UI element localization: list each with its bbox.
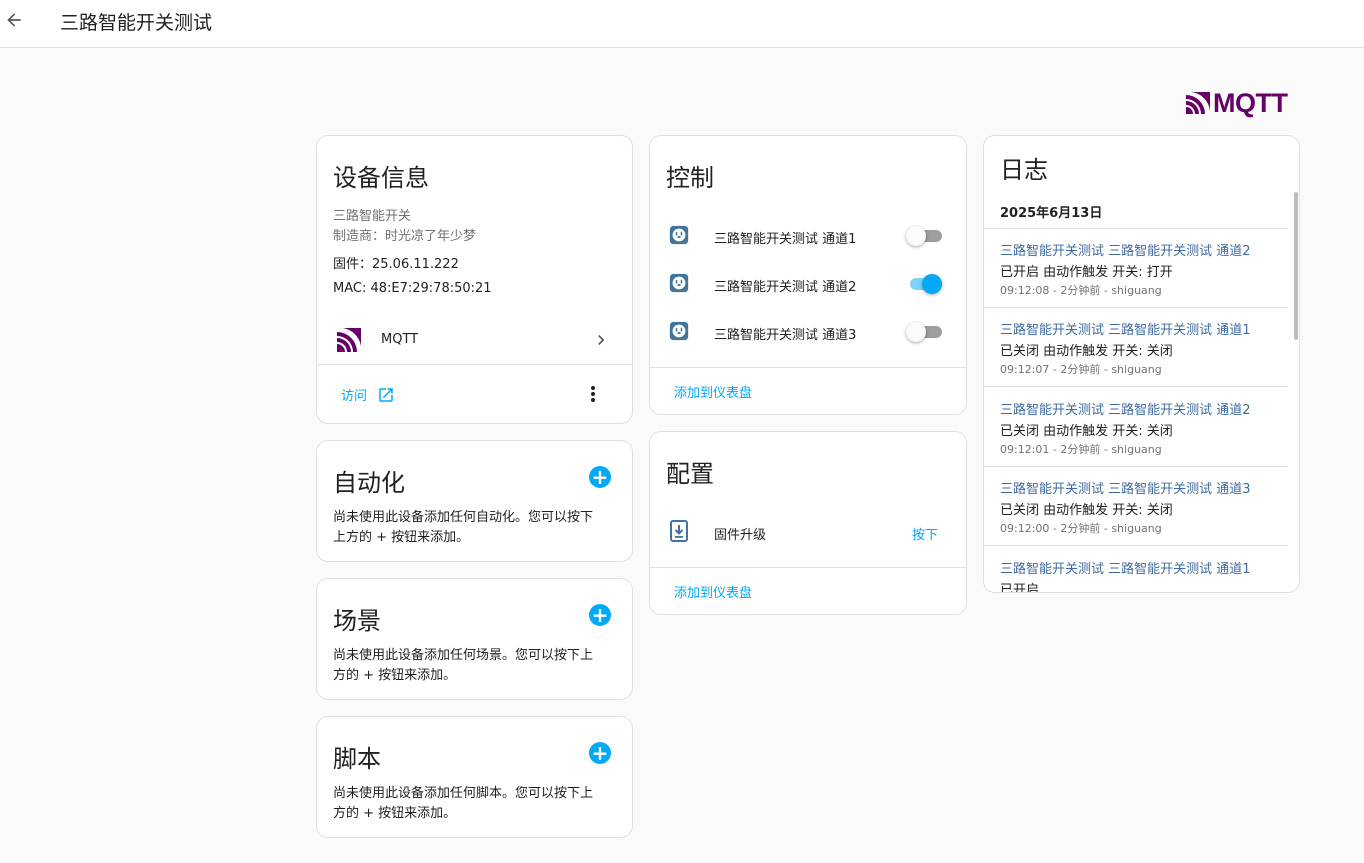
log-entry: 三路智能开关测试 三路智能开关测试 通道1 已开启 <box>984 558 1294 592</box>
visit-link[interactable]: 访问 <box>341 385 395 404</box>
config-title: 配置 <box>666 460 714 488</box>
mqtt-icon <box>337 328 361 352</box>
log-message: 已开启 由动作触发 开关: 打开 <box>1000 265 1173 280</box>
visit-label: 访问 <box>341 389 368 404</box>
top-app-bar: 三路智能开关测试 <box>0 0 1364 48</box>
log-entry: 三路智能开关测试 三路智能开关测试 通道3 已关闭 由动作触发 开关: 关闭 0… <box>984 478 1294 558</box>
automation-title: 自动化 <box>333 469 405 497</box>
card-divider <box>650 567 966 568</box>
channel1-toggle[interactable] <box>906 223 946 247</box>
scenes-title: 场景 <box>333 607 381 635</box>
log-entity-link[interactable]: 三路智能开关测试 三路智能开关测试 通道1 <box>1000 558 1251 577</box>
integration-label: MQTT <box>381 332 419 347</box>
log-meta: 09:12:08 - 2分钟前 - shiguang <box>1000 284 1162 297</box>
log-divider <box>984 307 1288 308</box>
logbook-title: 日志 <box>1000 156 1048 184</box>
device-model: 三路智能开关 <box>333 209 412 224</box>
mqtt-logo-text: MQTT <box>1213 88 1288 118</box>
chevron-right-icon <box>598 335 605 345</box>
automation-empty-line2: 上方的 + 按钮来添加。 <box>333 530 470 545</box>
log-entry: 三路智能开关测试 三路智能开关测试 通道1 已关闭 由动作触发 开关: 关闭 0… <box>984 319 1294 399</box>
scenes-empty-line1: 尚未使用此设备添加任何场景。您可以按下上 <box>333 648 594 663</box>
control-label-channel2: 三路智能开关测试 通道2 <box>714 280 857 295</box>
log-entity-link[interactable]: 三路智能开关测试 三路智能开关测试 通道1 <box>1000 319 1251 338</box>
log-entry: 三路智能开关测试 三路智能开关测试 通道2 已关闭 由动作触发 开关: 关闭 0… <box>984 399 1294 479</box>
dots-vertical-icon <box>591 386 595 402</box>
log-message: 已关闭 由动作触发 开关: 关闭 <box>1000 344 1173 359</box>
add-automation-button[interactable]: + <box>589 466 611 488</box>
more-options-button[interactable] <box>581 382 605 406</box>
log-divider <box>984 386 1288 387</box>
device-mac: MAC: 48:E7:29:78:50:21 <box>333 281 492 296</box>
mqtt-logo-icon <box>1186 92 1210 114</box>
controls-card: 控制 三路智能开关测试 通道1 三路智能开关测试 通道2 三路智能开关测试 通道… <box>649 135 967 415</box>
scenes-card: 场景 + 尚未使用此设备添加任何场景。您可以按下上 方的 + 按钮来添加。 <box>316 578 633 700</box>
power-socket-icon <box>669 321 689 341</box>
scenes-empty-line2: 方的 + 按钮来添加。 <box>333 668 457 683</box>
automation-card: 自动化 + 尚未使用此设备添加任何自动化。您可以按下 上方的 + 按钮来添加。 <box>316 440 633 562</box>
log-meta: 09:12:00 - 2分钟前 - shiguang <box>1000 522 1162 535</box>
log-message: 已开启 <box>1000 583 1040 592</box>
control-row-channel2: 三路智能开关测试 通道2 <box>650 268 966 300</box>
log-entity-link[interactable]: 三路智能开关测试 三路智能开关测试 通道2 <box>1000 399 1251 418</box>
device-manufacturer: 制造商：时光凉了年少梦 <box>333 229 477 244</box>
add-scene-button[interactable]: + <box>589 604 611 626</box>
device-firmware: 固件：25.06.11.222 <box>333 257 459 272</box>
scripts-card: 脚本 + 尚未使用此设备添加任何脚本。您可以按下上 方的 + 按钮来添加。 <box>316 716 633 838</box>
download-box-icon <box>670 520 688 542</box>
log-entry: 三路智能开关测试 三路智能开关测试 通道2 已开启 由动作触发 开关: 打开 0… <box>984 240 1294 320</box>
device-info-card: 设备信息 三路智能开关 制造商：时光凉了年少梦 固件：25.06.11.222 … <box>316 135 633 424</box>
control-label-channel3: 三路智能开关测试 通道3 <box>714 328 857 343</box>
automation-empty-line1: 尚未使用此设备添加任何自动化。您可以按下 <box>333 510 594 525</box>
config-add-to-dashboard[interactable]: 添加到仪表盘 <box>674 582 752 601</box>
integration-row-mqtt[interactable]: MQTT <box>317 320 632 360</box>
card-divider <box>317 364 632 365</box>
control-row-channel3: 三路智能开关测试 通道3 <box>650 316 966 348</box>
page-title: 三路智能开关测试 <box>60 12 213 34</box>
firmware-update-label: 固件升级 <box>714 528 767 543</box>
card-divider <box>650 367 966 368</box>
control-label-channel1: 三路智能开关测试 通道1 <box>714 232 857 247</box>
log-divider <box>984 545 1288 546</box>
add-script-button[interactable]: + <box>589 742 611 764</box>
mqtt-brand-logo: MQTT <box>1186 88 1288 118</box>
config-card: 配置 固件升级 按下 添加到仪表盘 <box>649 431 967 615</box>
controls-add-to-dashboard[interactable]: 添加到仪表盘 <box>674 382 752 401</box>
logbook-scrollbar[interactable] <box>1294 192 1298 340</box>
control-row-channel1: 三路智能开关测试 通道1 <box>650 220 966 252</box>
power-socket-icon <box>669 273 689 293</box>
scripts-title: 脚本 <box>333 745 381 773</box>
logbook-list[interactable]: 2025年6月13日 三路智能开关测试 三路智能开关测试 通道2 已开启 由动作… <box>984 192 1294 592</box>
log-divider <box>984 466 1288 467</box>
channel3-toggle[interactable] <box>906 319 946 343</box>
device-info-title: 设备信息 <box>333 164 429 192</box>
open-in-new-icon <box>379 387 393 402</box>
logbook-card: 日志 2025年6月13日 三路智能开关测试 三路智能开关测试 通道2 已开启 … <box>983 135 1300 593</box>
scripts-empty-line2: 方的 + 按钮来添加。 <box>333 806 457 821</box>
log-entity-link[interactable]: 三路智能开关测试 三路智能开关测试 通道3 <box>1000 478 1251 497</box>
date-divider <box>984 228 1288 229</box>
log-meta: 09:12:01 - 2分钟前 - shiguang <box>1000 443 1162 456</box>
log-entity-link[interactable]: 三路智能开关测试 三路智能开关测试 通道2 <box>1000 240 1251 259</box>
press-button[interactable]: 按下 <box>912 524 938 543</box>
controls-title: 控制 <box>666 164 714 192</box>
log-date-header: 2025年6月13日 <box>1000 206 1103 221</box>
power-socket-icon <box>669 225 689 245</box>
arrow-left-icon <box>7 13 21 27</box>
back-button[interactable] <box>0 0 28 40</box>
log-message: 已关闭 由动作触发 开关: 关闭 <box>1000 424 1173 439</box>
channel2-toggle[interactable] <box>906 271 946 295</box>
firmware-update-row: 固件升级 按下 <box>650 516 966 548</box>
scripts-empty-line1: 尚未使用此设备添加任何脚本。您可以按下上 <box>333 786 594 801</box>
log-message: 已关闭 由动作触发 开关: 关闭 <box>1000 503 1173 518</box>
log-meta: 09:12:07 - 2分钟前 - shiguang <box>1000 363 1162 376</box>
